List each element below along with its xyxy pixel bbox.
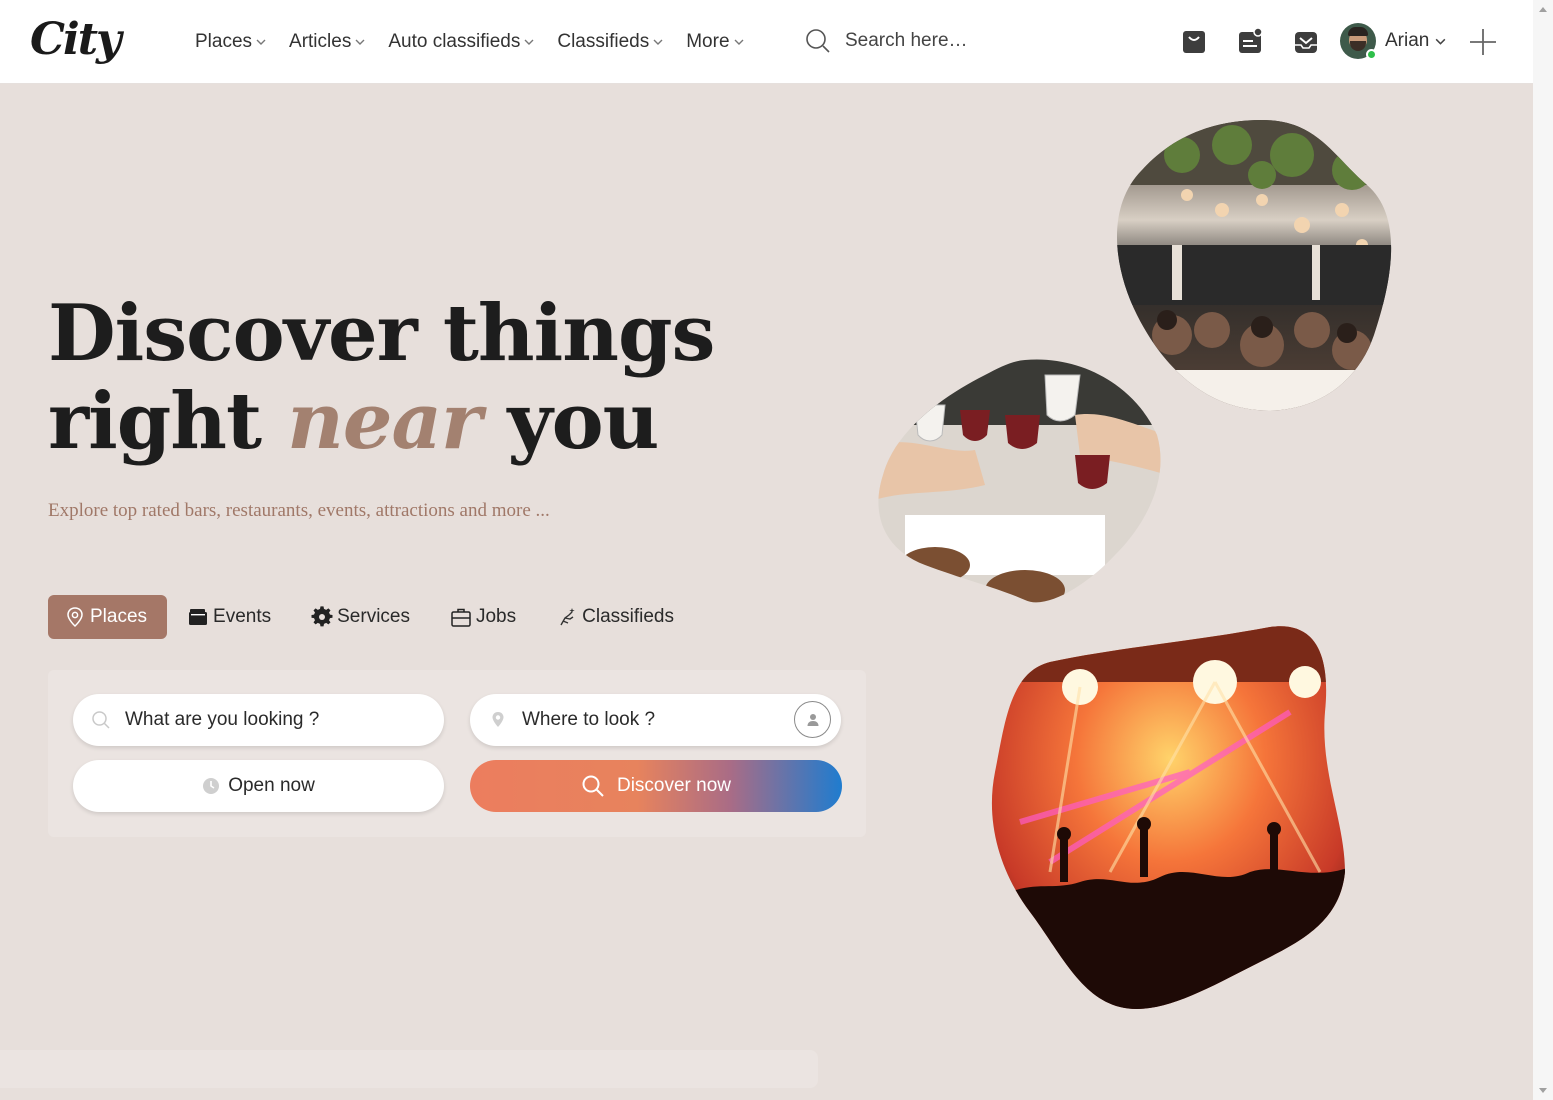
tab-jobs-label: Jobs — [475, 606, 517, 627]
header-search — [805, 28, 1105, 54]
search-panel: Open now Discover now — [48, 670, 866, 837]
sparkle-hand-icon — [560, 608, 575, 626]
person-icon — [807, 713, 818, 726]
content-strip — [0, 1050, 818, 1088]
what-field[interactable] — [73, 694, 444, 746]
hero-subtitle: Explore top rated bars, restaurants, eve… — [48, 500, 550, 521]
tab-events-label: Events — [213, 606, 272, 627]
header-search-input[interactable] — [845, 30, 1105, 52]
nav-articles[interactable]: Articles — [289, 30, 366, 54]
tab-events[interactable]: Events — [171, 595, 291, 639]
nav-articles-label: Articles — [289, 31, 352, 52]
nav-classifieds-label: Classifieds — [557, 31, 650, 52]
where-field[interactable] — [470, 694, 841, 746]
scroll-up-icon[interactable] — [1539, 7, 1547, 12]
discover-now-label: Discover now — [616, 775, 732, 796]
nav-more[interactable]: More — [686, 30, 744, 54]
hero-title-pre: right — [48, 376, 262, 467]
map-pin-icon — [67, 607, 83, 628]
wallet-icon — [189, 609, 208, 625]
briefcase-icon — [451, 608, 471, 627]
header-actions — [1180, 26, 1320, 56]
page-scrollbar[interactable] — [1533, 0, 1553, 1100]
search-icon[interactable] — [805, 28, 831, 54]
notes-icon[interactable] — [1236, 26, 1264, 56]
tab-services[interactable]: Services — [295, 595, 430, 639]
open-now-toggle[interactable]: Open now — [73, 760, 444, 812]
use-my-location-button[interactable] — [794, 701, 831, 738]
nav-places[interactable]: Places — [195, 30, 267, 54]
hero-title-post: you — [507, 376, 659, 467]
chevron-down-icon — [1435, 38, 1446, 45]
add-icon[interactable] — [1468, 27, 1498, 57]
nav-places-label: Places — [195, 31, 253, 52]
site-header: City Places Articles Auto classifieds Cl… — [0, 0, 1533, 84]
tab-jobs[interactable]: Jobs — [434, 595, 536, 639]
nav-auto-classifieds-label: Auto classifieds — [388, 31, 521, 52]
tab-classifieds[interactable]: Classifieds — [540, 595, 694, 639]
wine-toast-photo — [878, 359, 1161, 603]
user-menu[interactable]: Arian — [1340, 23, 1447, 60]
tab-places[interactable]: Places — [48, 595, 168, 639]
search-icon — [92, 711, 110, 729]
user-name: Arian — [1385, 30, 1430, 51]
search-icon — [582, 775, 604, 797]
where-input[interactable] — [522, 709, 782, 731]
main-nav: Places Articles Auto classifieds Classif… — [195, 30, 767, 54]
online-status-dot — [1366, 49, 1377, 60]
tab-places-label: Places — [90, 606, 148, 627]
chevron-down-icon — [653, 39, 663, 45]
tab-classifieds-label: Classifieds — [582, 606, 674, 627]
chevron-down-icon — [355, 39, 365, 45]
clock-icon — [203, 778, 220, 794]
hero-title-accent: near — [287, 376, 482, 467]
concert-photo — [991, 626, 1345, 1009]
chevron-down-icon — [524, 39, 534, 45]
hero-title-line1: Discover things — [48, 288, 715, 379]
discover-now-button[interactable]: Discover now — [470, 760, 842, 812]
site-logo[interactable]: City — [30, 14, 122, 65]
avatar — [1340, 23, 1377, 60]
nav-more-label: More — [686, 31, 730, 52]
inbox-icon[interactable] — [1292, 26, 1320, 56]
nav-auto-classifieds[interactable]: Auto classifieds — [388, 30, 535, 54]
location-pin-icon — [492, 712, 504, 727]
tab-services-label: Services — [337, 606, 410, 627]
what-input[interactable] — [125, 709, 385, 731]
nav-classifieds[interactable]: Classifieds — [557, 30, 664, 54]
scroll-down-icon[interactable] — [1539, 1088, 1547, 1093]
chevron-down-icon — [734, 39, 744, 45]
category-tabs: Places Events Services Jobs Classifieds — [48, 595, 698, 639]
chevron-down-icon — [256, 39, 266, 45]
hero-title: Discover things right near you — [48, 288, 715, 467]
shopping-bag-icon[interactable] — [1180, 26, 1208, 56]
gear-icon — [311, 606, 333, 627]
open-now-label: Open now — [228, 775, 315, 796]
